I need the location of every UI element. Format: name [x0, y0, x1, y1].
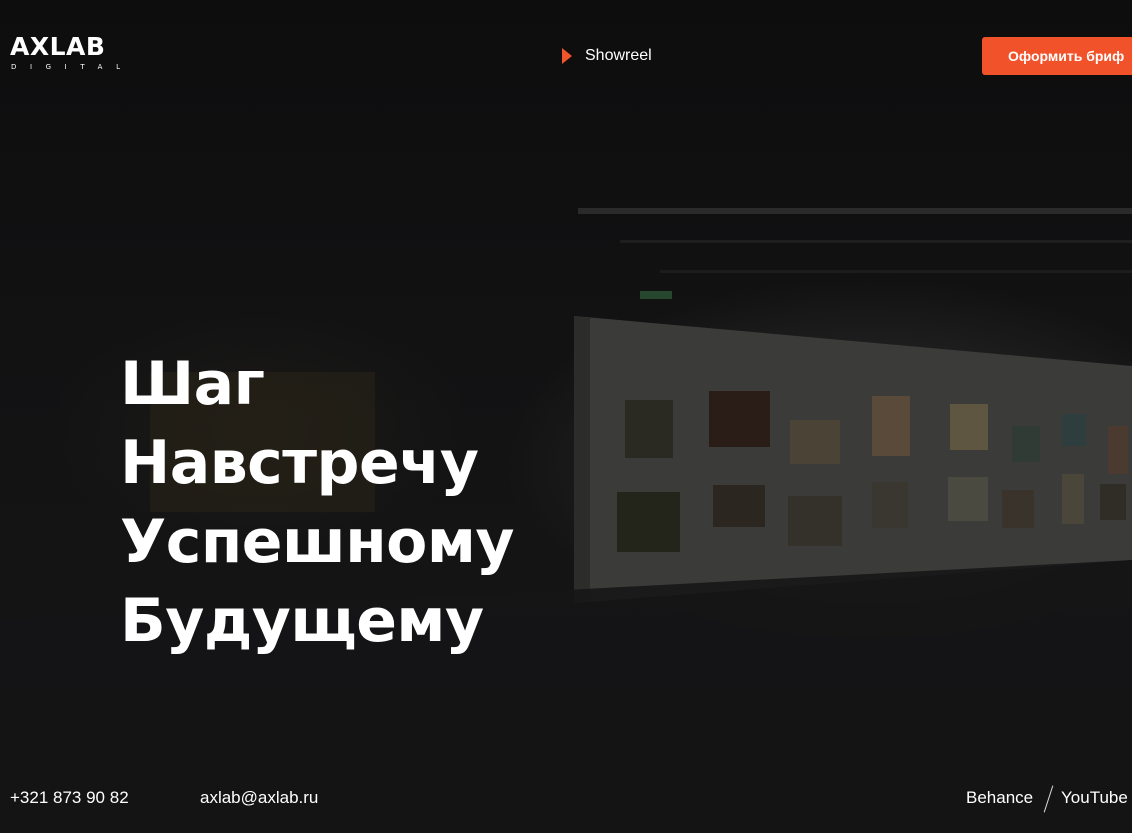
painting — [625, 400, 673, 458]
painting — [948, 477, 988, 521]
showreel-label: Showreel — [585, 47, 652, 64]
painting — [1002, 490, 1034, 528]
ceiling-beam — [660, 270, 1132, 273]
hero-line: Успешному — [120, 507, 515, 577]
gallery-wall-edge — [574, 316, 590, 603]
painting — [709, 391, 770, 447]
painting — [617, 492, 680, 552]
hero-line: Будущему — [120, 586, 484, 656]
youtube-link[interactable]: YouTube — [1061, 787, 1128, 809]
painting — [1062, 414, 1086, 446]
painting — [950, 404, 988, 450]
logo-subtitle: DIGITAL — [11, 63, 134, 71]
painting — [713, 485, 765, 527]
brand-logo[interactable]: AXLAB DIGITAL — [10, 34, 150, 74]
ceiling-beam — [578, 208, 1132, 214]
phone-link[interactable]: +321 873 90 82 — [10, 787, 129, 809]
painting — [1100, 484, 1126, 520]
logo-title: AXLAB — [10, 32, 106, 61]
gallery-wall — [574, 316, 1132, 603]
hero-line: Навстречу — [120, 428, 479, 498]
order-brief-button[interactable]: Оформить бриф — [982, 37, 1132, 75]
painting — [1108, 426, 1128, 474]
painting — [872, 396, 910, 456]
painting — [788, 496, 842, 546]
ceiling-beam — [620, 240, 1132, 243]
painting — [790, 420, 840, 464]
behance-link[interactable]: Behance — [966, 787, 1033, 809]
painting — [1012, 426, 1040, 462]
exit-sign — [640, 291, 672, 299]
showreel-link[interactable]: Showreel — [562, 45, 652, 67]
email-link[interactable]: axlab@axlab.ru — [200, 787, 318, 809]
painting — [1062, 474, 1084, 524]
play-icon — [562, 48, 572, 64]
hero-line: Шаг — [120, 349, 265, 419]
hero-headline: Шаг Навстречу Успешному Будущему — [120, 345, 515, 661]
painting — [872, 482, 908, 528]
